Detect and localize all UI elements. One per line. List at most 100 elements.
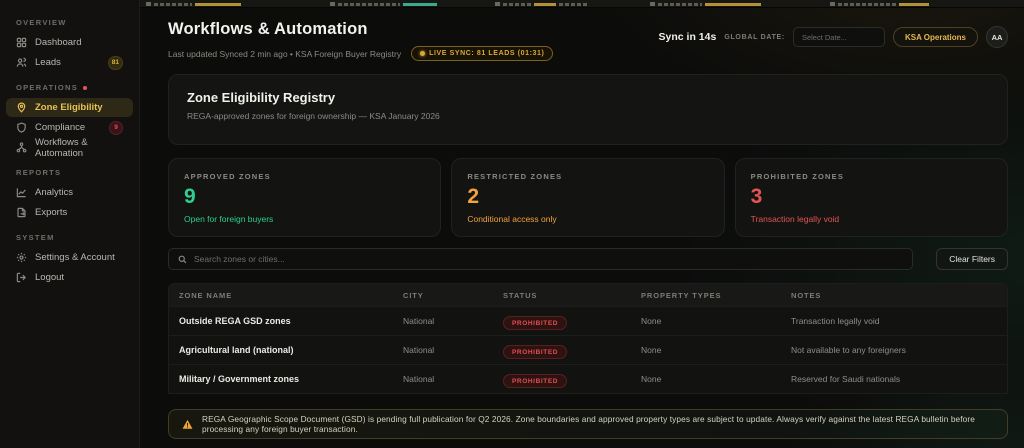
property-types: None bbox=[641, 374, 662, 384]
avatar[interactable]: AA bbox=[986, 26, 1008, 48]
logout-icon bbox=[16, 272, 27, 283]
table-header-row: ZONE NAME CITY STATUS PROPERTY TYPES NOT… bbox=[169, 284, 1007, 306]
org-selector-button[interactable]: KSA Operations bbox=[892, 27, 978, 47]
global-date-label: GLOBAL DATE: bbox=[724, 33, 785, 41]
section-label: SYSTEM bbox=[16, 233, 55, 242]
zone-notes: Reserved for Saudi nationals bbox=[791, 374, 901, 384]
app-root: OVERVIEW Dashboard Leads 81 OPERATIONS Z… bbox=[0, 0, 1024, 448]
stat-caption: Open for foreign buyers bbox=[184, 214, 274, 224]
status-badge: PROHIBITED bbox=[503, 345, 568, 359]
stat-caption: Transaction legally void bbox=[750, 214, 840, 224]
zone-notes: Transaction legally void bbox=[791, 316, 880, 326]
zone-name: Outside REGA GSD zones bbox=[179, 316, 291, 326]
search-input[interactable] bbox=[194, 254, 903, 264]
property-types: None bbox=[641, 345, 662, 355]
warning-text: REGA Geographic Scope Document (GSD) is … bbox=[202, 414, 975, 434]
sidebar-item-compliance[interactable]: Compliance 9 bbox=[6, 118, 133, 137]
zone-city: National bbox=[403, 345, 435, 355]
col-property-types: PROPERTY TYPES bbox=[641, 290, 722, 300]
sidebar-item-label: Exports bbox=[35, 207, 68, 218]
live-sync-label: LIVE SYNC: 81 LEADS (01:31) bbox=[429, 50, 545, 57]
page-header-left: Workflows & Automation Last updated Sync… bbox=[168, 20, 554, 61]
table-row[interactable]: Agricultural land (national) National PR… bbox=[169, 335, 1007, 364]
page-subtitle-row: Last updated Synced 2 min ago • KSA Fore… bbox=[168, 46, 554, 61]
stat-value: 3 bbox=[750, 185, 763, 208]
search-icon bbox=[178, 255, 187, 263]
stat-label: RESTRICTED ZONES bbox=[467, 172, 563, 181]
stat-caption: Conditional access only bbox=[467, 214, 557, 224]
clipped-tab-fragment bbox=[830, 2, 929, 6]
col-notes: NOTES bbox=[791, 290, 822, 300]
search-box[interactable] bbox=[168, 248, 913, 270]
dashboard-grid-icon bbox=[16, 37, 27, 48]
col-zone-name: ZONE NAME bbox=[179, 290, 233, 300]
table-row[interactable]: Military / Government zones National PRO… bbox=[169, 364, 1007, 393]
sidebar-item-label: Compliance bbox=[35, 122, 86, 133]
registry-card: Zone Eligibility Registry REGA-approved … bbox=[168, 74, 1008, 145]
warning-triangle-icon bbox=[182, 419, 193, 429]
registry-subtitle: REGA-approved zones for foreign ownershi… bbox=[187, 111, 440, 121]
sidebar-item-analytics[interactable]: Analytics bbox=[6, 183, 133, 202]
compliance-count-badge: 9 bbox=[109, 120, 123, 135]
leads-count-badge: 81 bbox=[107, 55, 123, 70]
registry-title: Zone Eligibility Registry bbox=[187, 90, 336, 105]
status-badge: PROHIBITED bbox=[503, 316, 568, 330]
users-icon bbox=[16, 57, 27, 67]
sidebar-item-leads[interactable]: Leads 81 bbox=[6, 53, 133, 72]
stat-label: APPROVED ZONES bbox=[184, 172, 271, 181]
gear-icon bbox=[16, 252, 27, 263]
stat-card-prohibited[interactable]: PROHIBITED ZONES 3 Transaction legally v… bbox=[734, 158, 1008, 237]
stats-row: APPROVED ZONES 9 Open for foreign buyers… bbox=[168, 158, 1008, 237]
sidebar-section-overview: OVERVIEW bbox=[0, 8, 139, 32]
analytics-chart-icon bbox=[16, 188, 26, 198]
clipped-tab-fragment bbox=[146, 2, 241, 6]
sidebar-section-reports: REPORTS bbox=[0, 158, 139, 182]
clipped-tab-fragment bbox=[495, 2, 589, 6]
main-content: Workflows & Automation Last updated Sync… bbox=[140, 0, 1024, 448]
section-label: OVERVIEW bbox=[16, 18, 67, 27]
clipped-tab-fragment bbox=[330, 2, 437, 6]
clipped-workflow-tabs bbox=[140, 0, 1024, 8]
table-row[interactable]: Outside REGA GSD zones National PROHIBIT… bbox=[169, 306, 1007, 335]
operations-alert-dot bbox=[83, 85, 88, 90]
page-header-right: Sync in 14s GLOBAL DATE: KSA Operations … bbox=[659, 20, 1008, 48]
sidebar-section-system: SYSTEM bbox=[0, 223, 139, 247]
workflow-icon bbox=[16, 142, 27, 153]
sidebar-item-settings[interactable]: Settings & Account bbox=[6, 248, 133, 267]
global-date-input[interactable] bbox=[792, 27, 885, 47]
col-status: STATUS bbox=[503, 290, 538, 300]
export-file-icon bbox=[17, 207, 26, 218]
sidebar-section-operations: OPERATIONS bbox=[0, 73, 139, 97]
sidebar-item-logout[interactable]: Logout bbox=[6, 268, 133, 287]
sidebar-item-label: Logout bbox=[35, 272, 65, 283]
zone-name: Agricultural land (national) bbox=[179, 345, 294, 355]
sidebar-item-zone-eligibility[interactable]: Zone Eligibility bbox=[6, 98, 133, 117]
live-sync-icon bbox=[420, 51, 426, 56]
sidebar-item-label: Dashboard bbox=[35, 37, 82, 48]
zone-city: National bbox=[403, 316, 435, 326]
sidebar-item-workflows[interactable]: Workflows & Automation bbox=[6, 136, 133, 159]
last-updated-text: Last updated Synced 2 min ago • KSA Fore… bbox=[168, 48, 402, 59]
sidebar-item-dashboard[interactable]: Dashboard bbox=[6, 33, 133, 52]
section-label: OPERATIONS bbox=[16, 83, 79, 92]
filter-row: Clear Filters bbox=[168, 248, 1008, 270]
stat-value: 9 bbox=[184, 185, 196, 208]
sidebar-item-label: Settings & Account bbox=[35, 252, 115, 263]
status-badge: PROHIBITED bbox=[503, 374, 568, 388]
zones-table: ZONE NAME CITY STATUS PROPERTY TYPES NOT… bbox=[168, 283, 1008, 394]
stat-card-restricted[interactable]: RESTRICTED ZONES 2 Conditional access on… bbox=[451, 158, 725, 237]
zone-city: National bbox=[403, 374, 435, 384]
zone-name: Military / Government zones bbox=[179, 374, 300, 384]
property-types: None bbox=[641, 316, 662, 326]
clear-filters-button[interactable]: Clear Filters bbox=[936, 248, 1008, 270]
shield-icon bbox=[17, 122, 26, 133]
col-city: CITY bbox=[403, 290, 424, 300]
sidebar-item-exports[interactable]: Exports bbox=[6, 203, 133, 222]
section-label: REPORTS bbox=[16, 168, 62, 177]
stat-card-approved[interactable]: APPROVED ZONES 9 Open for foreign buyers bbox=[168, 158, 442, 237]
sidebar-item-label: Workflows & Automation bbox=[35, 136, 88, 159]
sidebar-item-label: Zone Eligibility bbox=[35, 102, 103, 113]
live-sync-badge[interactable]: LIVE SYNC: 81 LEADS (01:31) bbox=[411, 46, 554, 61]
rega-warning-banner: REGA Geographic Scope Document (GSD) is … bbox=[168, 409, 1008, 439]
sidebar: OVERVIEW Dashboard Leads 81 OPERATIONS Z… bbox=[0, 0, 140, 448]
